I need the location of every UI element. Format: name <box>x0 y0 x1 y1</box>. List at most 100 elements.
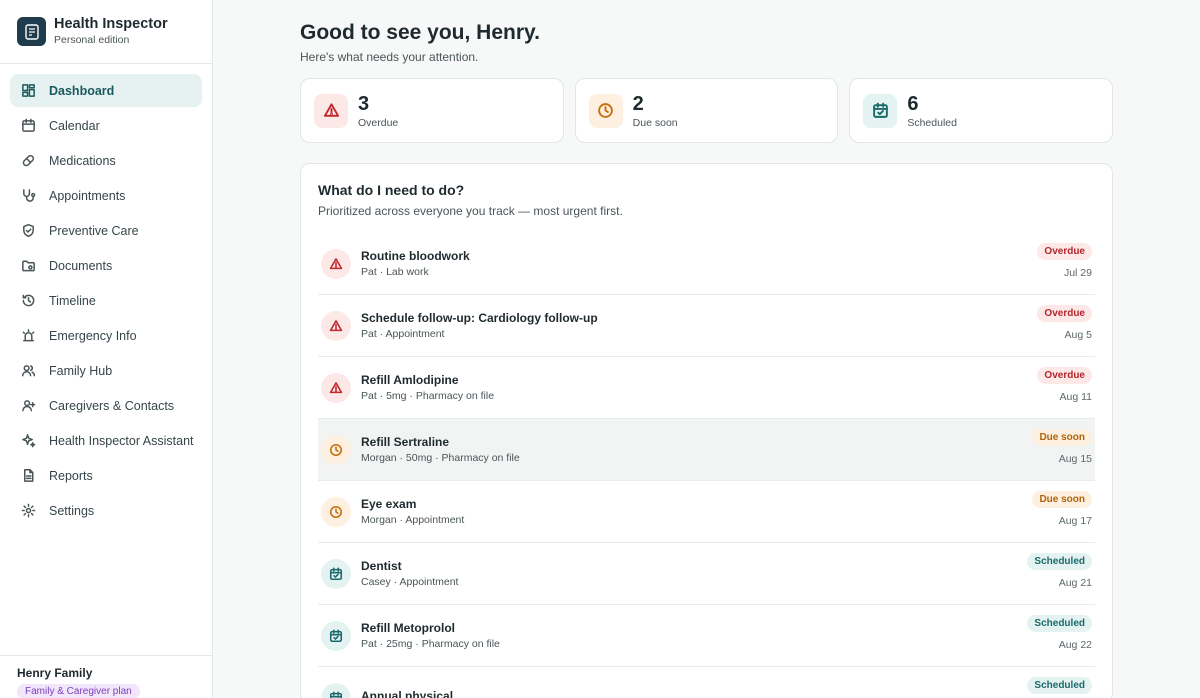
sidebar-item-label: Preventive Care <box>49 223 139 238</box>
task-title: Refill Sertraline <box>361 435 450 449</box>
shield-check-icon <box>20 223 36 239</box>
page-subtitle: Here's what needs your attention. <box>300 50 479 64</box>
sidebar-item-preventive-care[interactable]: Preventive Care <box>10 214 202 247</box>
status-badge: Scheduled <box>1027 677 1092 694</box>
status-badge: Overdue <box>1037 305 1092 322</box>
clock-icon <box>588 93 623 128</box>
clock-icon <box>321 496 351 527</box>
task-row[interactable]: Schedule follow-up: Cardiology follow-up… <box>318 295 1095 357</box>
due-date: Jul 29 <box>1063 267 1092 279</box>
folder-icon <box>20 258 36 274</box>
history-icon <box>20 293 36 309</box>
alert-triangle-icon <box>314 93 348 128</box>
task-row[interactable]: Annual physical Scheduled <box>318 667 1095 698</box>
stat-card-overdue[interactable]: 3 Overdue <box>300 78 564 143</box>
sidebar-item-label: Reports <box>49 468 93 483</box>
task-row[interactable]: Refill Sertraline Morgan · 50mg · Pharmac… <box>318 419 1095 481</box>
calendar-icon <box>20 118 36 134</box>
alert-triangle-icon <box>321 310 351 341</box>
task-title: Refill Amlodipine <box>361 373 459 387</box>
sidebar-item-calendar[interactable]: Calendar <box>10 109 202 142</box>
sidebar-item-label: Settings <box>49 503 95 518</box>
status-badge: Due soon <box>1032 429 1092 446</box>
task-title: Routine bloodwork <box>361 249 470 263</box>
due-date: Aug 11 <box>1059 391 1093 403</box>
calendar-check-icon <box>863 93 898 128</box>
app-logo-icon <box>17 17 46 46</box>
due-date: Aug 22 <box>1058 639 1092 651</box>
sidebar-item-documents[interactable]: Documents <box>10 249 202 282</box>
task-row[interactable]: Refill Metoprolol Pat · 25mg · Pharmacy o… <box>318 605 1095 667</box>
status-badge: Scheduled <box>1027 553 1092 570</box>
status-badge: Scheduled <box>1027 615 1092 632</box>
app-title: Health Inspector <box>54 16 168 32</box>
sidebar-item-label: Dashboard <box>49 83 115 98</box>
status-badge: Due soon <box>1032 491 1092 508</box>
sidebar-item-reports[interactable]: Reports <box>10 459 202 492</box>
task-row[interactable]: Dentist Casey · Appointment Scheduled Aug 2… <box>318 543 1095 605</box>
account-footer[interactable]: Henry Family Family & Caregiver plan <box>0 655 212 698</box>
due-date: Aug 17 <box>1058 515 1092 527</box>
stat-value: 6 <box>907 92 919 115</box>
sidebar-item-medications[interactable]: Medications <box>10 144 202 177</box>
alert-triangle-icon <box>321 372 351 403</box>
gear-icon <box>20 503 36 519</box>
calendar-check-icon <box>321 682 351 698</box>
task-title: Annual physical <box>361 689 454 698</box>
sidebar-item-caregivers-contacts[interactable]: Caregivers & Contacts <box>10 389 202 422</box>
sidebar-item-label: Family Hub <box>49 363 113 378</box>
task-meta: Pat · Lab work <box>361 266 429 278</box>
sidebar-item-label: Medications <box>49 153 116 168</box>
alert-triangle-icon <box>321 248 351 279</box>
sidebar-item-health-inspector-assistant[interactable]: Health Inspector Assistant <box>10 424 202 457</box>
sidebar-item-appointments[interactable]: Appointments <box>10 179 202 212</box>
main-content: Good to see you, Henry. Here's what need… <box>300 0 1114 698</box>
task-meta: Pat · 25mg · Pharmacy on file <box>361 638 500 650</box>
task-meta: Pat · 5mg · Pharmacy on file <box>361 390 495 402</box>
tasks-panel: What do I need to do? Prioritized across… <box>300 163 1113 698</box>
tasks-subtitle: Prioritized across everyone you track — … <box>318 204 623 218</box>
stats-row: 3 Overdue 2 Due soon 6 Scheduled <box>300 78 1114 143</box>
stat-value: 3 <box>358 92 370 115</box>
task-meta: Casey · Appointment <box>361 576 459 588</box>
due-date: Aug 5 <box>1064 329 1092 341</box>
sidebar-item-label: Calendar <box>49 118 100 133</box>
sparkles-icon <box>20 433 36 449</box>
task-row[interactable]: Eye exam Morgan · Appointment Due soon Aug … <box>318 481 1095 543</box>
family-name: Henry Family <box>17 666 93 680</box>
sidebar-item-family-hub[interactable]: Family Hub <box>10 354 202 387</box>
task-row[interactable]: Refill Amlodipine Pat · 5mg · Pharmacy on… <box>318 357 1095 419</box>
sidebar-item-label: Health Inspector Assistant <box>49 433 194 448</box>
sidebar-item-label: Emergency Info <box>49 328 137 343</box>
clock-icon <box>321 434 351 465</box>
stat-value: 2 <box>632 92 644 115</box>
tasks-title: What do I need to do? <box>318 182 465 198</box>
user-plus-icon <box>20 398 36 414</box>
sidebar-item-label: Timeline <box>49 293 96 308</box>
sidebar-item-timeline[interactable]: Timeline <box>10 284 202 317</box>
task-title: Schedule follow-up: Cardiology follow-up <box>361 311 598 325</box>
sidebar-item-settings[interactable]: Settings <box>10 494 202 527</box>
status-badge: Overdue <box>1037 243 1092 260</box>
plan-badge: Family & Caregiver plan <box>17 684 140 698</box>
sidebar-item-dashboard[interactable]: Dashboard <box>10 74 202 107</box>
siren-icon <box>20 328 36 344</box>
brand: Health Inspector Personal edition <box>0 0 212 64</box>
sidebar-item-label: Documents <box>49 258 113 273</box>
due-date: Aug 15 <box>1058 453 1092 465</box>
task-meta: Morgan · 50mg · Pharmacy on file <box>361 452 520 464</box>
task-title: Eye exam <box>361 497 417 511</box>
task-title: Refill Metoprolol <box>361 621 455 635</box>
stat-card-scheduled[interactable]: 6 Scheduled <box>849 78 1114 143</box>
sidebar-item-label: Appointments <box>49 188 126 203</box>
pill-icon <box>20 153 36 169</box>
sidebar-nav: Dashboard Calendar Medications Appointments… <box>0 64 212 539</box>
task-meta: Pat · Appointment <box>361 328 445 340</box>
sidebar-item-emergency-info[interactable]: Emergency Info <box>10 319 202 352</box>
due-date: Aug 21 <box>1058 577 1092 589</box>
stat-card-due-soon[interactable]: 2 Due soon <box>574 78 839 143</box>
sidebar-item-label: Caregivers & Contacts <box>49 398 175 413</box>
stat-label: Due soon <box>632 116 678 129</box>
users-icon <box>20 363 36 379</box>
task-row[interactable]: Routine bloodwork Pat · Lab work Overdue Ju… <box>318 233 1095 295</box>
